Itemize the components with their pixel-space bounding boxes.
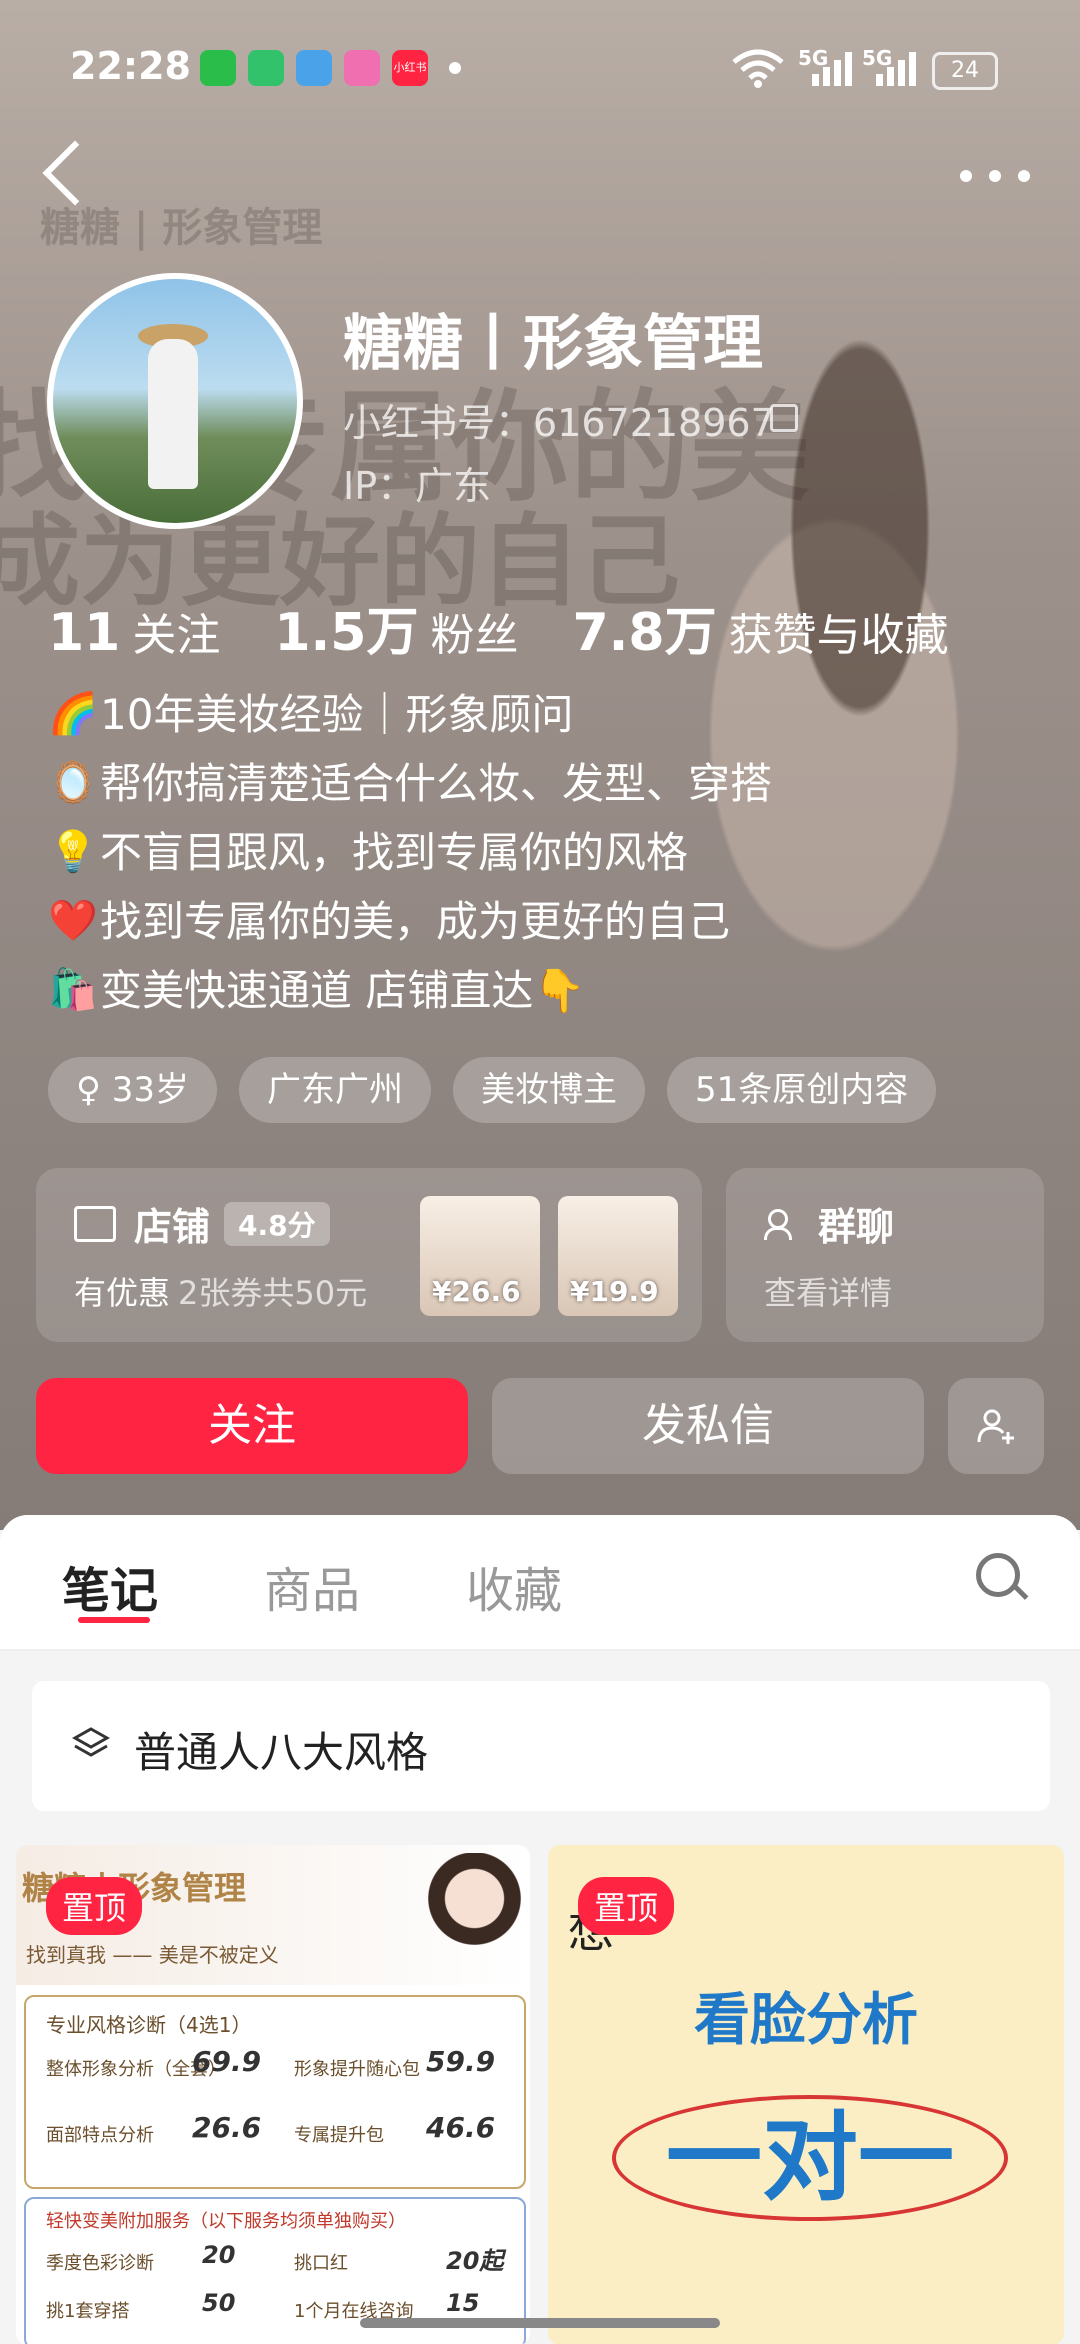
avatar[interactable] [47,273,303,529]
more-options-icon[interactable] [960,170,1030,190]
profile-bio: 🌈 10年美妆经验｜形象顾问 🪞 帮你搞清楚适合什么妆、发型、穿搭 💡 不盲目跟风，找… [48,680,772,1025]
tag-category: 美妆博主 [452,1057,645,1123]
bio-line: 🌈 10年美妆经验｜形象顾问 [48,680,772,749]
notification-dot-icon [449,62,461,74]
pinned-badge: 置顶 [46,1877,143,1935]
group-chat-card[interactable]: 群聊 查看详情 [726,1168,1044,1342]
wechat-icon [200,50,236,86]
likes-stat[interactable]: 7.8万 获赞与收藏 [573,603,949,663]
collection-label: 普通人八大风格 [134,1728,429,1777]
bio-line: 🛍️ 变美快速通道 店铺直达👇 [48,956,772,1025]
bio-line: 💡 不盲目跟风，找到专属你的风格 [48,818,772,887]
shop-rating: 4.8分 [224,1201,330,1246]
store-icon [74,1205,116,1242]
signal-bars-2-icon [876,52,916,86]
add-friend-button[interactable] [948,1378,1044,1474]
red-id: 小红书号：6167218967 [343,401,775,445]
follow-button[interactable]: 关注 [36,1378,468,1474]
collection-card[interactable]: 普通人八大风格 [32,1681,1050,1811]
shop-product-thumb[interactable]: ¥19.9 [558,1196,678,1316]
battery-icon: 24 [932,52,998,90]
status-bar: 22:28 小红书 5G 5G 24 [0,0,1080,130]
add-user-icon [977,1409,1014,1444]
note-card[interactable]: 想 置顶 看脸分析 一对一 [548,1845,1064,2344]
mirror-icon: 🪞 [48,760,98,806]
tab-products[interactable]: 商品 [264,1551,360,1621]
message-button[interactable]: 发私信 [492,1378,924,1474]
note-highlight-text: 一对一 [612,2095,1008,2221]
ip-location: IP：广东 [343,464,492,508]
pinned-badge: 置顶 [578,1877,675,1935]
sync-app-icon [248,50,284,86]
following-stat[interactable]: 11 关注 [48,603,220,663]
weather-icon [296,50,332,86]
tab-collections[interactable]: 收藏 [466,1551,562,1621]
content-tabs: 笔记 商品 收藏 [0,1515,1080,1651]
shop-card[interactable]: 店铺 4.8分 有优惠 2张券共50元 ¥26.6 ¥19.9 [36,1168,702,1342]
profile-tags: ♀ 33岁 广东广州 美妆博主 51条原创内容 [48,1057,937,1123]
lightbulb-icon: 💡 [48,829,98,875]
copy-icon[interactable] [770,404,798,432]
heart-icon: ❤️ [48,898,98,944]
profile-header-background: 糖糖 | 形象管理 找到专属你的美 成为更好的自己 22:28 小红书 5G 5… [0,0,1080,1530]
signal-bars-1-icon [812,52,852,86]
search-icon[interactable] [976,1553,1020,1597]
shop-title: 店铺 [134,1205,211,1249]
profile-stats: 11 关注 1.5万 粉丝 7.8万 获赞与收藏 [48,590,989,665]
group-chat-subtitle: 查看详情 [764,1274,893,1312]
tab-notes[interactable]: 笔记 [62,1551,158,1621]
active-tab-indicator [78,1617,150,1623]
group-users-icon [764,1208,802,1240]
background-brand-text: 糖糖 | 形象管理 [40,204,323,251]
status-time: 22:28 [70,44,191,88]
tag-location: 广东广州 [238,1057,431,1123]
tag-original-count: 51条原创内容 [666,1057,937,1123]
group-chat-title: 群聊 [818,1205,895,1249]
note-title: 看脸分析 [694,1988,918,2053]
service-menu-box: 专业风格诊断（4选1） 整体形象分析（全套） 69.9 形象提升随心包 59.9… [24,1995,526,2189]
shop-product-thumb[interactable]: ¥26.6 [420,1196,540,1316]
note-card[interactable]: 糖糖丨形象管理 找到真我 —— 美是不被定义 置顶 专业风格诊断（4选1） 整体… [16,1845,530,2344]
note-tagline: 找到真我 —— 美是不被定义 [26,1943,279,1967]
camera-app-icon [344,50,380,86]
tag-age: ♀ 33岁 [48,1057,217,1123]
profile-name: 糖糖丨形象管理 [343,309,763,379]
fans-stat[interactable]: 1.5万 粉丝 [274,603,518,663]
wifi-icon [732,49,784,88]
content-panel: 笔记 商品 收藏 普通人八大风格 糖糖丨形象管理 找到真我 —— 美是不被定义 … [0,1515,1080,2344]
xiaohongshu-icon: 小红书 [392,50,428,86]
layers-icon [72,1727,110,1757]
shopping-bag-icon: 🛍️ [48,967,98,1013]
bio-line: ❤️ 找到专属你的美，成为更好的自己 [48,887,772,956]
home-indicator[interactable] [360,2318,720,2328]
shop-promo: 有优惠 2张券共50元 [74,1274,368,1312]
rainbow-icon: 🌈 [48,691,98,737]
model-portrait [414,1853,524,1983]
bio-line: 🪞 帮你搞清楚适合什么妆、发型、穿搭 [48,749,772,818]
